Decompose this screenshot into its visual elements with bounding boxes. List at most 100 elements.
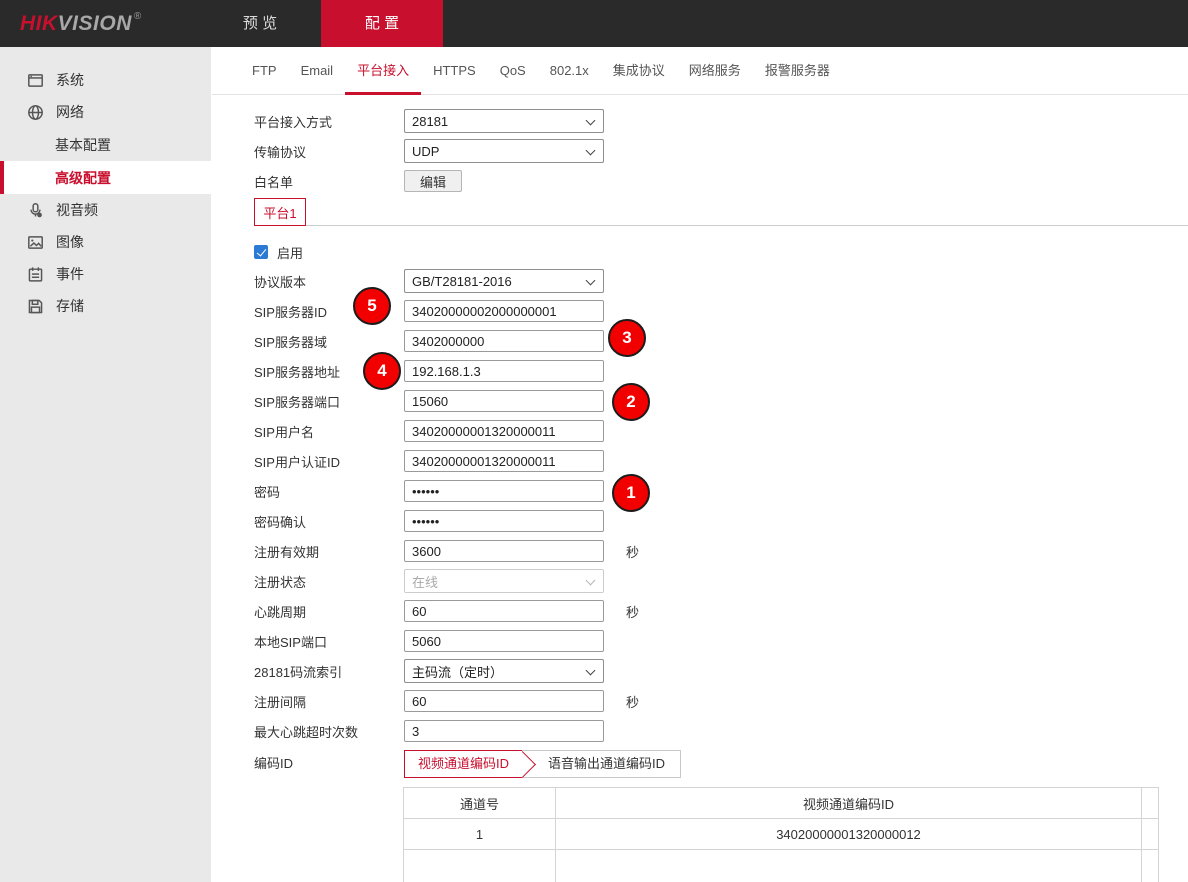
form-row-local-sip-port: 本地SIP端口 — [254, 626, 1188, 656]
sidebar-item-storage[interactable]: 存储 — [0, 290, 211, 322]
sidebar-item-image[interactable]: 图像 — [0, 226, 211, 258]
sidebar-item-label: 基本配置 — [55, 135, 111, 155]
tab-ftp[interactable]: FTP — [240, 47, 289, 95]
form-row-max-heartbeat-timeout: 最大心跳超时次数 — [254, 716, 1188, 746]
protocol-version-select[interactable]: GB/T28181-2016 — [404, 269, 604, 293]
sidebar-item-label: 高级配置 — [55, 168, 111, 188]
channel-encode-table: 通道号 视频通道编码ID 1 34020000001320000012 — [403, 787, 1159, 882]
enable-checkbox[interactable] — [254, 245, 268, 259]
table-header-row: 通道号 视频通道编码ID — [404, 788, 1159, 819]
form-row-sip-username: SIP用户名 — [254, 416, 1188, 446]
form-row-sip-server-port: SIP服务器端口 2 — [254, 386, 1188, 416]
table-row[interactable] — [404, 850, 1159, 882]
sidebar-item-audio-video[interactable]: 视音频 — [0, 194, 211, 226]
selected-value: 在线 — [412, 572, 438, 591]
unit-seconds: 秒 — [626, 542, 639, 561]
tab-video-channel-encode-id[interactable]: 视频通道编码ID — [404, 750, 522, 778]
tab-email[interactable]: Email — [289, 47, 346, 95]
sip-server-id-input[interactable] — [404, 300, 604, 322]
selected-value: GB/T28181-2016 — [412, 274, 512, 289]
tab-8021x[interactable]: 802.1x — [538, 47, 601, 95]
annotation-badge-5: 5 — [353, 287, 391, 325]
platform-access-form: 平台接入方式 28181 传输协议 UDP 白名单 编辑 平台1 启用 协议版本 — [212, 95, 1188, 882]
form-row-register-status: 注册状态 在线 — [254, 566, 1188, 596]
form-row-whitelist: 白名单 编辑 — [254, 166, 1188, 196]
field-label: SIP用户认证ID — [254, 452, 404, 471]
sidebar-item-event[interactable]: 事件 — [0, 258, 211, 290]
platform-tab-strip: 平台1 — [254, 198, 1188, 226]
sidebar-item-label: 网络 — [56, 102, 84, 122]
field-label: 白名单 — [254, 172, 404, 191]
form-row-sip-server-domain: SIP服务器域 3 — [254, 326, 1188, 356]
logo-hik: HIK — [20, 12, 58, 36]
form-row-protocol-version: 协议版本 GB/T28181-2016 — [254, 266, 1188, 296]
transport-protocol-select[interactable]: UDP — [404, 139, 604, 163]
register-validity-input[interactable] — [404, 540, 604, 562]
password-input[interactable] — [404, 480, 604, 502]
tab-preview[interactable]: 预 览 — [199, 0, 321, 47]
field-label: SIP服务器域 — [254, 332, 404, 351]
tab-platform-1[interactable]: 平台1 — [254, 198, 306, 226]
tab-platform-access[interactable]: 平台接入 — [345, 47, 421, 95]
tab-audio-output-channel-encode-id[interactable]: 语音输出通道编码ID — [522, 750, 681, 778]
field-label: SIP服务器端口 — [254, 392, 404, 411]
chevron-down-icon — [586, 576, 596, 586]
tab-integration-protocol[interactable]: 集成协议 — [601, 47, 677, 95]
local-sip-port-input[interactable] — [404, 630, 604, 652]
field-label: 心跳周期 — [254, 602, 404, 621]
field-label: 密码 — [254, 482, 404, 501]
sidebar-item-advanced-config[interactable]: 高级配置 — [0, 161, 211, 194]
tab-network-service[interactable]: 网络服务 — [677, 47, 753, 95]
form-row-stream-index: 28181码流索引 主码流（定时） — [254, 656, 1188, 686]
field-label: 本地SIP端口 — [254, 632, 404, 651]
sip-auth-id-input[interactable] — [404, 450, 604, 472]
field-label: SIP用户名 — [254, 422, 404, 441]
password-confirm-input[interactable] — [404, 510, 604, 532]
top-nav-tabs: 预 览 配 置 — [199, 0, 443, 47]
field-label: 注册间隔 — [254, 692, 404, 711]
sip-server-domain-input[interactable] — [404, 330, 604, 352]
field-label: 28181码流索引 — [254, 662, 404, 681]
register-interval-input[interactable] — [404, 690, 604, 712]
event-icon — [27, 266, 44, 283]
sip-server-port-input[interactable] — [404, 390, 604, 412]
chevron-down-icon — [586, 276, 596, 286]
tab-configuration[interactable]: 配 置 — [321, 0, 443, 47]
hikvision-logo: HIKVISION® — [20, 0, 142, 47]
sip-username-input[interactable] — [404, 420, 604, 442]
tab-alarm-server[interactable]: 报警服务器 — [753, 47, 842, 95]
tab-https[interactable]: HTTPS — [421, 47, 488, 95]
sidebar-item-label: 事件 — [56, 264, 84, 284]
sidebar-item-network[interactable]: 网络 — [0, 96, 211, 128]
selected-value: UDP — [412, 144, 439, 159]
table-row[interactable]: 1 34020000001320000012 — [404, 819, 1159, 850]
field-label: 平台接入方式 — [254, 112, 404, 131]
cell-video-encode-id — [556, 850, 1142, 882]
sidebar-item-system[interactable]: 系统 — [0, 64, 211, 96]
stream-index-select[interactable]: 主码流（定时） — [404, 659, 604, 683]
sidebar-item-label: 图像 — [56, 232, 84, 252]
field-label: 编码ID — [254, 750, 404, 778]
cell-video-encode-id: 34020000001320000012 — [556, 819, 1142, 850]
form-row-transport-protocol: 传输协议 UDP — [254, 136, 1188, 166]
field-label: 注册有效期 — [254, 542, 404, 561]
main-content: FTP Email 平台接入 HTTPS QoS 802.1x 集成协议 网络服… — [212, 47, 1188, 882]
heartbeat-interval-input[interactable] — [404, 600, 604, 622]
whitelist-edit-button[interactable]: 编辑 — [404, 170, 462, 192]
cell-channel-no: 1 — [404, 819, 556, 850]
form-row-password-confirm: 密码确认 — [254, 506, 1188, 536]
platform-access-select[interactable]: 28181 — [404, 109, 604, 133]
max-heartbeat-timeout-input[interactable] — [404, 720, 604, 742]
field-label: 最大心跳超时次数 — [254, 722, 404, 741]
form-row-platform-access: 平台接入方式 28181 — [254, 106, 1188, 136]
cell-channel-no — [404, 850, 556, 882]
sidebar-item-basic-config[interactable]: 基本配置 — [0, 128, 211, 161]
sip-server-address-input[interactable] — [404, 360, 604, 382]
annotation-badge-1: 1 — [612, 474, 650, 512]
image-icon — [27, 234, 44, 251]
sidebar: 系统 网络 基本配置 高级配置 视音频 图像 事件 存储 — [0, 47, 211, 882]
chevron-down-icon — [586, 146, 596, 156]
tab-qos[interactable]: QoS — [488, 47, 538, 95]
field-label: 密码确认 — [254, 512, 404, 531]
annotation-badge-3: 3 — [608, 319, 646, 357]
